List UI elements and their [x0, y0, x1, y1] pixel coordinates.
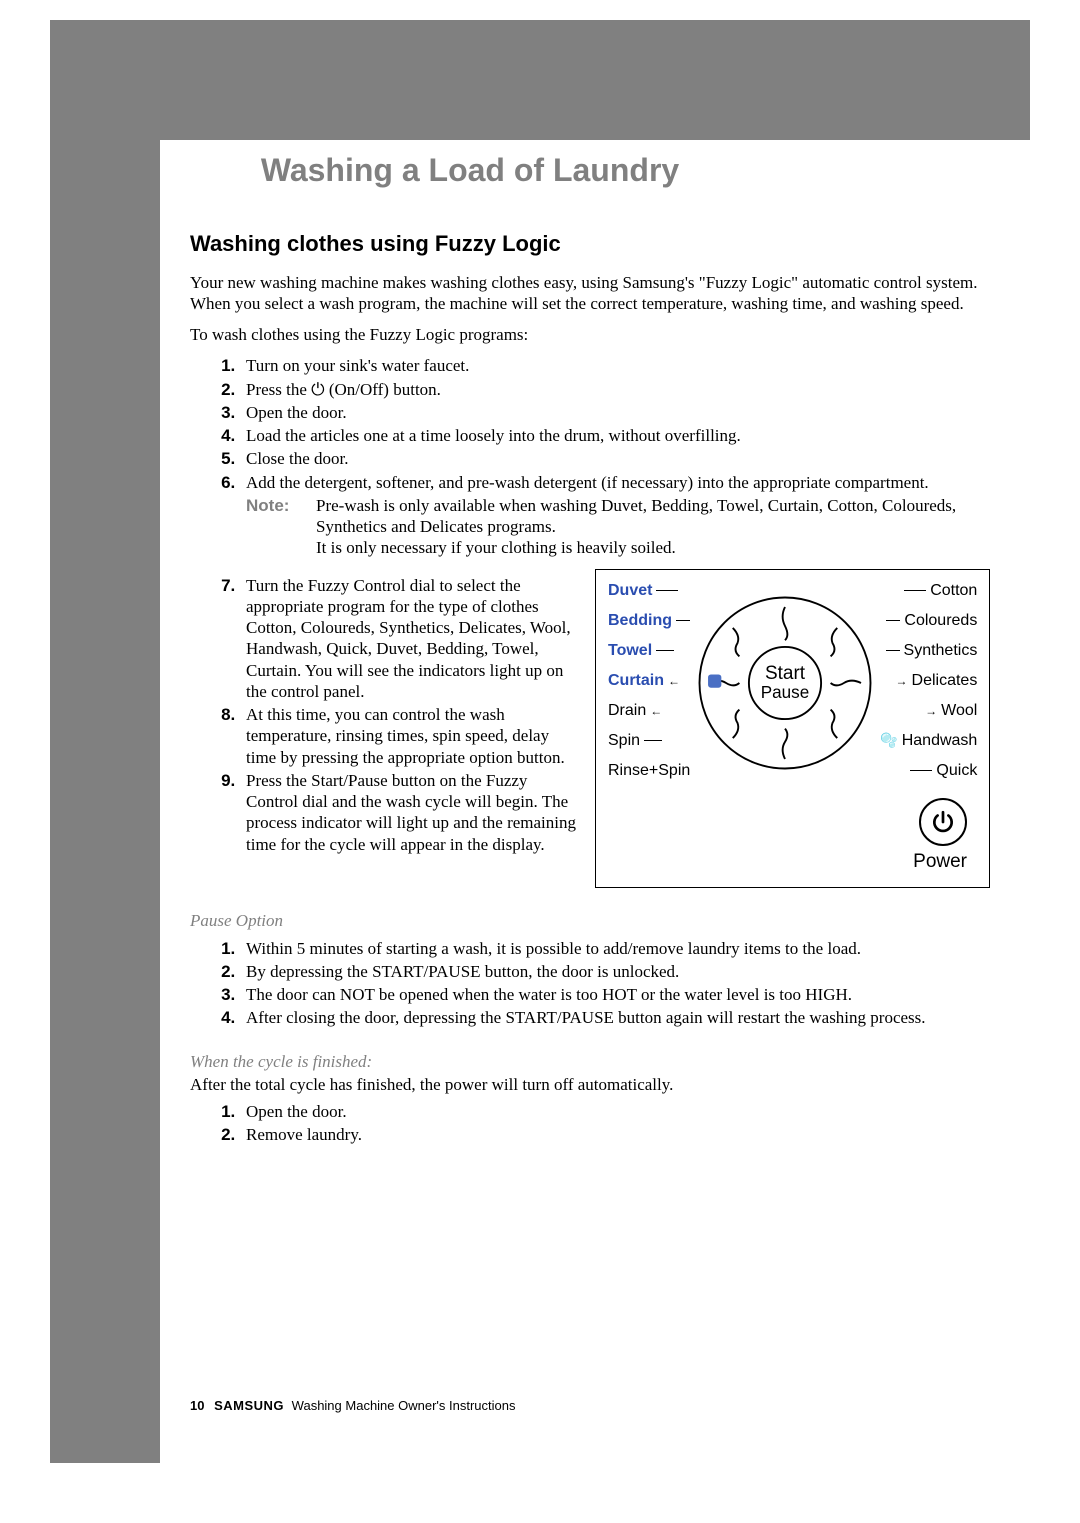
- control-dial-diagram: Duvet Bedding Towel Curtain Drain Spin R…: [595, 569, 990, 889]
- pause-item-2: By depressing the START/PAUSE button, th…: [240, 961, 990, 982]
- label-towel: Towel: [608, 641, 652, 661]
- finished-list: Open the door. Remove laundry.: [190, 1101, 990, 1146]
- step-8: At this time, you can control the wash t…: [240, 704, 577, 768]
- finished-item-2: Remove laundry.: [240, 1124, 990, 1145]
- pause-option-list: Within 5 minutes of starting a wash, it …: [190, 938, 990, 1029]
- handwash-icon: 🫧: [880, 732, 897, 750]
- section-heading: Washing clothes using Fuzzy Logic: [190, 230, 990, 258]
- pause-item-4: After closing the door, depressing the S…: [240, 1007, 990, 1028]
- finished-heading: When the cycle is finished:: [190, 1051, 990, 1072]
- label-coloureds: Coloureds: [904, 611, 977, 631]
- label-cotton: Cotton: [930, 581, 977, 601]
- page-title-box: Washing a Load of Laundry: [160, 140, 780, 200]
- step-6: Add the detergent, softener, and pre-was…: [240, 472, 990, 559]
- note-body: Pre-wash is only available when washing …: [316, 495, 990, 559]
- pause-item-3: The door can NOT be opened when the wate…: [240, 984, 990, 1005]
- steps-list-1: Turn on your sink's water faucet. Press …: [190, 355, 990, 558]
- dial-pause-text: Pause: [761, 683, 809, 702]
- label-synthetics: Synthetics: [904, 641, 978, 661]
- footer-text: Washing Machine Owner's Instructions: [292, 1398, 516, 1413]
- power-label: Power: [608, 850, 967, 874]
- note-line-1: Pre-wash is only available when washing …: [316, 496, 956, 536]
- note-line-2: It is only necessary if your clothing is…: [316, 538, 676, 557]
- arrow-left-icon: [668, 671, 680, 691]
- steps-continued: Turn the Fuzzy Control dial to select th…: [190, 569, 577, 889]
- note-block: Note: Pre-wash is only available when wa…: [246, 495, 990, 559]
- label-drain: Drain: [608, 701, 646, 721]
- arrow-left-icon: [650, 701, 662, 721]
- arrow-right-icon: [925, 701, 937, 721]
- step-7: Turn the Fuzzy Control dial to select th…: [240, 575, 577, 703]
- label-delicates: Delicates: [912, 671, 978, 691]
- step-4: Load the articles one at a time loosely …: [240, 425, 990, 446]
- diagram-left-labels: Duvet Bedding Towel Curtain Drain Spin R…: [608, 580, 690, 782]
- page-footer: 10 SAMSUNG Washing Machine Owner's Instr…: [190, 1398, 515, 1413]
- dial-start-text: Start: [765, 663, 806, 684]
- dial-graphic: Start Pause: [690, 580, 880, 778]
- page-title: Washing a Load of Laundry: [261, 152, 679, 189]
- footer-brand: SAMSUNG: [214, 1398, 284, 1413]
- label-spin: Spin: [608, 731, 640, 751]
- finished-lead: After the total cycle has finished, the …: [190, 1074, 990, 1095]
- step-6-text: Add the detergent, softener, and pre-was…: [246, 473, 929, 492]
- power-icon: [919, 798, 967, 846]
- steps-list-2: Turn the Fuzzy Control dial to select th…: [190, 575, 577, 855]
- header-gray-band: [50, 20, 1030, 140]
- label-quick: Quick: [936, 761, 977, 781]
- step-9: Press the Start/Pause button on the Fuzz…: [240, 770, 577, 855]
- note-label: Note:: [246, 495, 316, 559]
- step-2: Press the ⏻ (On/Off) button.: [240, 379, 990, 400]
- label-bedding: Bedding: [608, 611, 672, 631]
- left-gray-band: [50, 20, 160, 1463]
- arrow-right-icon: [896, 671, 908, 691]
- step-5: Close the door.: [240, 448, 990, 469]
- label-curtain: Curtain: [608, 671, 664, 691]
- step-1: Turn on your sink's water faucet.: [240, 355, 990, 376]
- label-handwash: Handwash: [902, 731, 978, 751]
- power-block: Power: [608, 798, 977, 874]
- pause-item-1: Within 5 minutes of starting a wash, it …: [240, 938, 990, 959]
- intro-paragraph-1: Your new washing machine makes washing c…: [190, 272, 990, 315]
- label-wool: Wool: [941, 701, 977, 721]
- label-rinse-spin: Rinse+Spin: [608, 761, 690, 781]
- pause-option-heading: Pause Option: [190, 910, 990, 931]
- step-3: Open the door.: [240, 402, 990, 423]
- dial-svg: Start Pause: [690, 588, 880, 778]
- content-area: Washing clothes using Fuzzy Logic Your n…: [190, 230, 990, 1156]
- page-number: 10: [190, 1398, 204, 1413]
- two-column-row: Turn the Fuzzy Control dial to select th…: [190, 569, 990, 889]
- intro-paragraph-2: To wash clothes using the Fuzzy Logic pr…: [190, 324, 990, 345]
- finished-item-1: Open the door.: [240, 1101, 990, 1122]
- label-duvet: Duvet: [608, 581, 652, 601]
- diagram-right-labels: Cotton Coloureds Synthetics Delicates Wo…: [880, 580, 977, 782]
